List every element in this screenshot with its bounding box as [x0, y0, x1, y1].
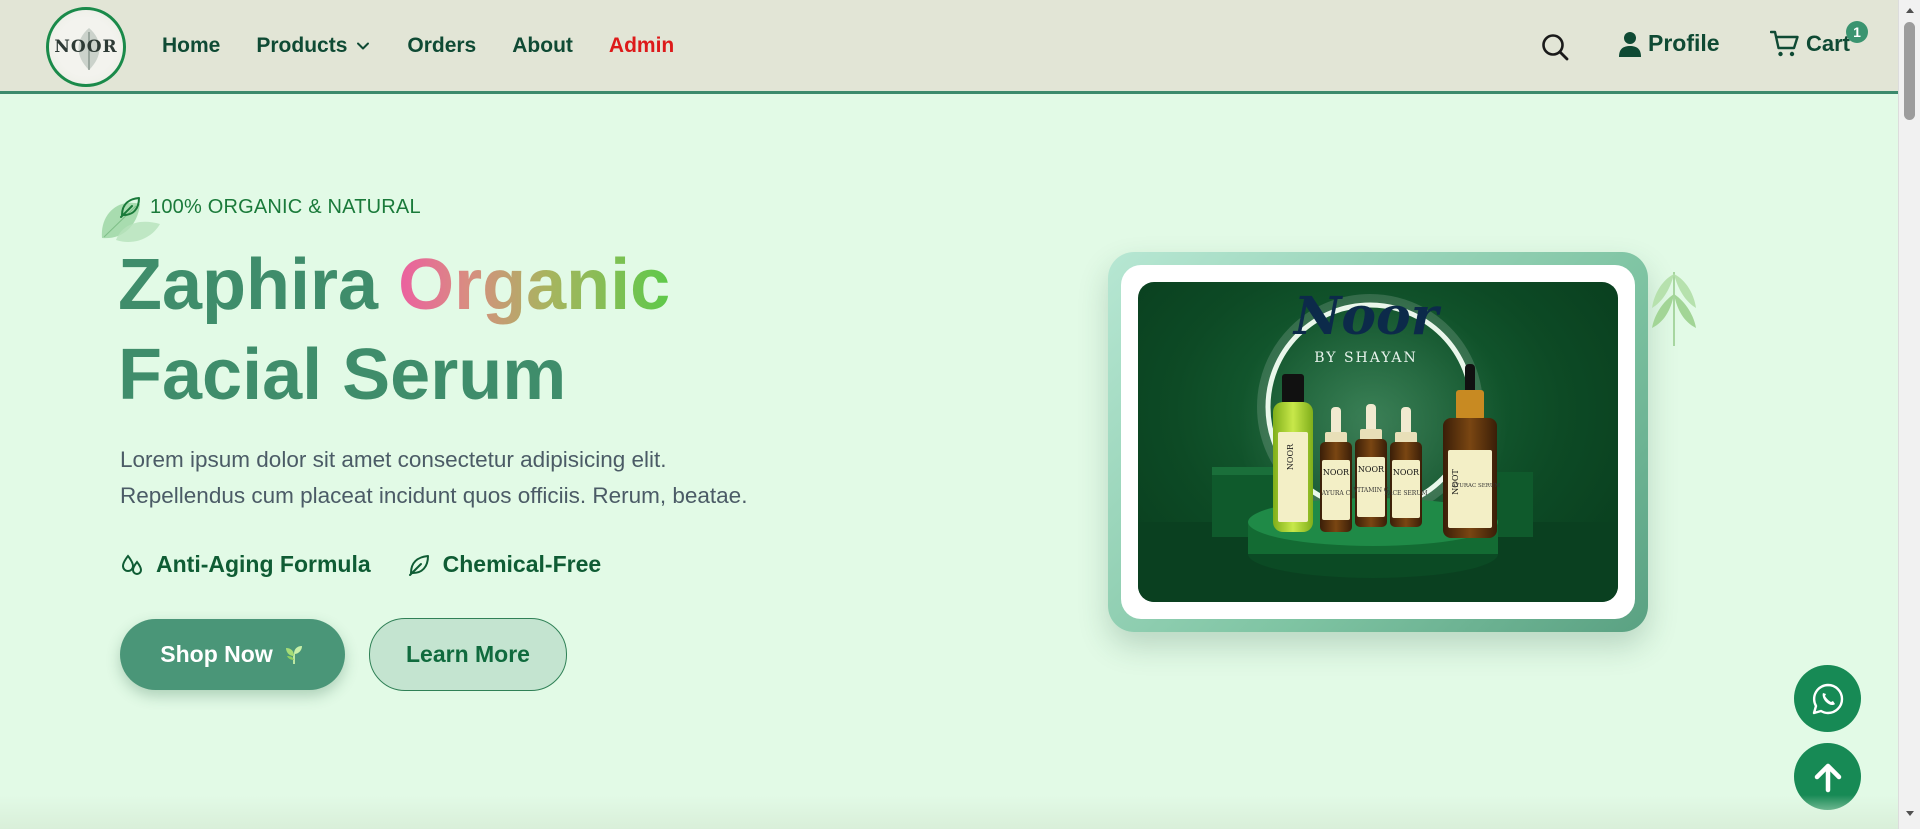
nav-orders-label: Orders: [407, 34, 477, 57]
hero-tag: 100% ORGANIC & NATURAL: [118, 195, 421, 219]
nav-links: Home Products Orders About Admin: [162, 34, 710, 58]
nav-products-link[interactable]: Products: [256, 34, 371, 58]
product-brand-sub-text: BY SHAYAN: [1314, 350, 1418, 366]
nav-orders-link[interactable]: Orders: [407, 34, 476, 58]
bottle-label-4: NOOR: [1393, 468, 1420, 477]
hero-description-line1: Lorem ipsum dolor sit amet consectetur a…: [120, 447, 667, 472]
user-icon: [1619, 31, 1641, 57]
arrow-up-icon: [1814, 763, 1841, 792]
scroll-up-arrow-icon[interactable]: [1905, 6, 1915, 14]
hero-title-highlight: Organic: [398, 245, 671, 325]
leaf-icon: [120, 197, 140, 218]
profile-button[interactable]: Profile: [1618, 30, 1720, 57]
feature-anti-aging: Anti-Aging Formula: [120, 551, 371, 578]
feature-list: Anti-Aging Formula Chemical-Free: [120, 551, 637, 578]
nav-home-label: Home: [162, 34, 221, 57]
nav-home-link[interactable]: Home: [162, 34, 220, 58]
cart-icon: [1770, 30, 1799, 57]
shop-now-button[interactable]: Shop Now: [120, 619, 345, 690]
feature-anti-aging-label: Anti-Aging Formula: [156, 551, 371, 577]
nav-products-label: Products: [256, 34, 348, 57]
logo[interactable]: NOOR: [46, 7, 126, 87]
product-brand-text: Noor: [1292, 286, 1442, 347]
cart-button[interactable]: Cart: [1770, 30, 1850, 58]
hero-title-part1: Zaphira: [118, 245, 399, 325]
droplets-icon: [121, 553, 143, 575]
product-image-frame: Noor BY SHAYAN NOOR NOOR AYURA C NOOR VI…: [1108, 252, 1648, 632]
hero-tag-text: 100% ORGANIC & NATURAL: [150, 195, 421, 218]
nav-admin-link[interactable]: Admin: [609, 34, 674, 58]
scrollbar-thumb[interactable]: [1904, 22, 1915, 120]
product-photo: Noor BY SHAYAN NOOR NOOR AYURA C NOOR VI…: [1138, 282, 1618, 602]
nav-about-label: About: [512, 34, 573, 57]
search-button[interactable]: [1540, 32, 1570, 67]
hero-title: Zaphira Organic Facial Serum: [118, 240, 918, 420]
bottle-label-2: NOOR: [1323, 468, 1350, 477]
chevron-down-icon: [357, 42, 370, 50]
profile-label: Profile: [1648, 30, 1720, 56]
logo-text: NOOR: [54, 37, 118, 57]
navbar: NOOR Home Products Orders About Admin Pr…: [0, 0, 1898, 94]
hero-title-line2: Facial Serum: [118, 335, 567, 415]
cart-count-badge: 1: [1846, 21, 1868, 43]
hero-description: Lorem ipsum dolor sit amet consectetur a…: [120, 442, 820, 514]
bottle-sub-label-2: VITAMIN C: [1353, 487, 1389, 494]
bottle-label-3: NOOR: [1358, 465, 1385, 474]
bottle-sub-label-3: FACE SERUM: [1384, 490, 1427, 497]
scroll-down-arrow-icon[interactable]: [1905, 810, 1915, 818]
whatsapp-icon: [1812, 683, 1843, 714]
nav-admin-label: Admin: [608, 34, 675, 57]
decorative-palm-leaf-icon: [1652, 272, 1696, 346]
bottle-label-5: NOOT: [1451, 469, 1460, 495]
product-illustration: Noor BY SHAYAN NOOR NOOR AYURA C NOOR VI…: [1138, 286, 1618, 602]
sprout-icon: [285, 645, 302, 664]
cart-label: Cart: [1806, 31, 1851, 56]
bottom-fade: [0, 795, 1898, 829]
bottle-sub-label-4: AYURAC SERUM: [1451, 483, 1501, 489]
page-scrollbar[interactable]: [1898, 0, 1920, 829]
hero-description-line2: Repellendus cum placeat incidunt quos of…: [120, 483, 748, 508]
feature-chemical-free-label: Chemical-Free: [442, 551, 602, 577]
nav-about-link[interactable]: About: [512, 34, 573, 58]
shop-now-label: Shop Now: [160, 641, 273, 667]
learn-more-button[interactable]: Learn More: [369, 618, 567, 691]
bottle-sub-label-1: AYURA C: [1321, 490, 1351, 497]
search-icon: [1542, 34, 1569, 61]
leaf-icon: [408, 554, 429, 576]
bottle-label-1: NOOR: [1286, 443, 1295, 470]
feature-chemical-free: Chemical-Free: [407, 551, 602, 578]
whatsapp-button[interactable]: [1794, 665, 1861, 732]
learn-more-label: Learn More: [406, 641, 530, 667]
